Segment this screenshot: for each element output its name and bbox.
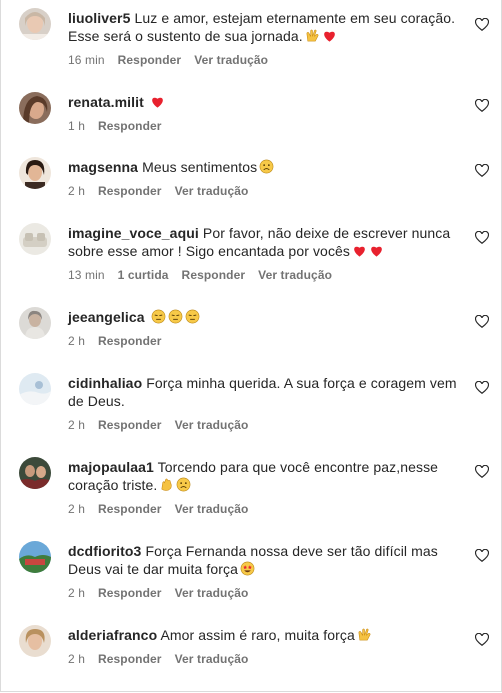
reply-button[interactable]: Responder — [98, 184, 162, 198]
comment-username[interactable]: renata.milit — [68, 94, 144, 110]
raised-hands-icon — [357, 627, 372, 642]
pensive-face-icon — [151, 309, 166, 324]
comment-meta: 2 h Responder Ver tradução — [68, 652, 460, 666]
avatar[interactable] — [19, 157, 51, 189]
reply-button[interactable]: Responder — [182, 268, 246, 282]
like-heart-icon[interactable] — [475, 231, 489, 245]
reply-button[interactable]: Responder — [98, 334, 162, 348]
comment-username[interactable]: magsenna — [68, 159, 138, 175]
translate-button[interactable]: Ver tradução — [175, 652, 249, 666]
comment-username[interactable]: majopaulaa1 — [68, 459, 154, 475]
reply-button[interactable]: Responder — [98, 418, 162, 432]
reply-button[interactable]: Responder — [98, 586, 162, 600]
comment-meta: 2 h Responder Ver tradução — [68, 184, 460, 198]
comment-time: 2 h — [68, 418, 85, 432]
translate-button[interactable]: Ver tradução — [175, 502, 249, 516]
like-heart-icon[interactable] — [475, 465, 489, 479]
comment-meta: 2 h Responder Ver tradução — [68, 502, 460, 516]
comment-time: 2 h — [68, 502, 85, 516]
reply-button[interactable]: Responder — [118, 53, 182, 67]
like-heart-icon[interactable] — [475, 549, 489, 563]
avatar[interactable] — [19, 373, 51, 405]
translate-button[interactable]: Ver tradução — [194, 53, 268, 67]
pensive-face-icon — [185, 309, 200, 324]
comment-username[interactable]: dcdfiorito3 — [68, 543, 141, 559]
comment-meta: 1 h Responder — [68, 119, 460, 133]
like-heart-icon[interactable] — [475, 164, 489, 178]
like-heart-icon[interactable] — [475, 99, 489, 113]
like-heart-icon[interactable] — [475, 18, 489, 32]
comment-time: 2 h — [68, 334, 85, 348]
comment-meta: 16 min Responder Ver tradução — [68, 53, 460, 67]
translate-button[interactable]: Ver tradução — [175, 586, 249, 600]
sad-face-icon — [176, 477, 191, 492]
comment-username[interactable]: imagine_voce_aqui — [68, 225, 199, 241]
reply-button[interactable]: Responder — [98, 652, 162, 666]
translate-button[interactable]: Ver tradução — [258, 268, 332, 282]
like-heart-icon[interactable] — [475, 633, 489, 647]
comment-time: 2 h — [68, 184, 85, 198]
comment-username[interactable]: cidinhaliao — [68, 375, 142, 391]
comment-text: Meus sentimentos — [142, 159, 258, 175]
clapping-hands-icon — [159, 477, 174, 492]
heart-icon — [352, 243, 367, 258]
comment-username[interactable]: jeeangelica — [68, 309, 145, 325]
heart-icon — [322, 28, 337, 43]
avatar[interactable] — [19, 307, 51, 339]
comment-time: 1 h — [68, 119, 85, 133]
heart-icon — [150, 94, 165, 109]
avatar[interactable] — [19, 223, 51, 255]
comment-time: 16 min — [68, 53, 105, 67]
avatar[interactable] — [19, 457, 51, 489]
sad-face-icon — [259, 159, 274, 174]
like-heart-icon[interactable] — [475, 381, 489, 395]
reply-button[interactable]: Responder — [98, 502, 162, 516]
translate-button[interactable]: Ver tradução — [175, 184, 249, 198]
comment-meta: 2 h Responder Ver tradução — [68, 418, 460, 432]
reply-button[interactable]: Responder — [98, 119, 162, 133]
translate-button[interactable]: Ver tradução — [175, 418, 249, 432]
comment-username[interactable]: liuoliver5 — [68, 10, 130, 26]
comment-time: 13 min — [68, 268, 105, 282]
heart-icon — [369, 243, 384, 258]
raised-hands-icon — [305, 28, 320, 43]
comment-text: Amor assim é raro, muita força — [160, 627, 355, 643]
comment-time: 2 h — [68, 586, 85, 600]
likes-count[interactable]: 1 curtida — [118, 268, 169, 282]
avatar[interactable] — [19, 8, 51, 40]
comment-time: 2 h — [68, 652, 85, 666]
like-heart-icon[interactable] — [475, 315, 489, 329]
comments-panel: liuoliver5 Luz e amor, estejam eternamen… — [0, 0, 502, 692]
comment-meta: 2 h Responder — [68, 334, 460, 348]
avatar[interactable] — [19, 625, 51, 657]
star-struck-face-icon — [240, 561, 255, 576]
comment-meta: 13 min 1 curtida Responder Ver tradução — [68, 268, 460, 282]
avatar[interactable] — [19, 92, 51, 124]
comment-username[interactable]: alderiafranco — [68, 627, 157, 643]
comment-meta: 2 h Responder Ver tradução — [68, 586, 460, 600]
avatar[interactable] — [19, 541, 51, 573]
pensive-face-icon — [168, 309, 183, 324]
